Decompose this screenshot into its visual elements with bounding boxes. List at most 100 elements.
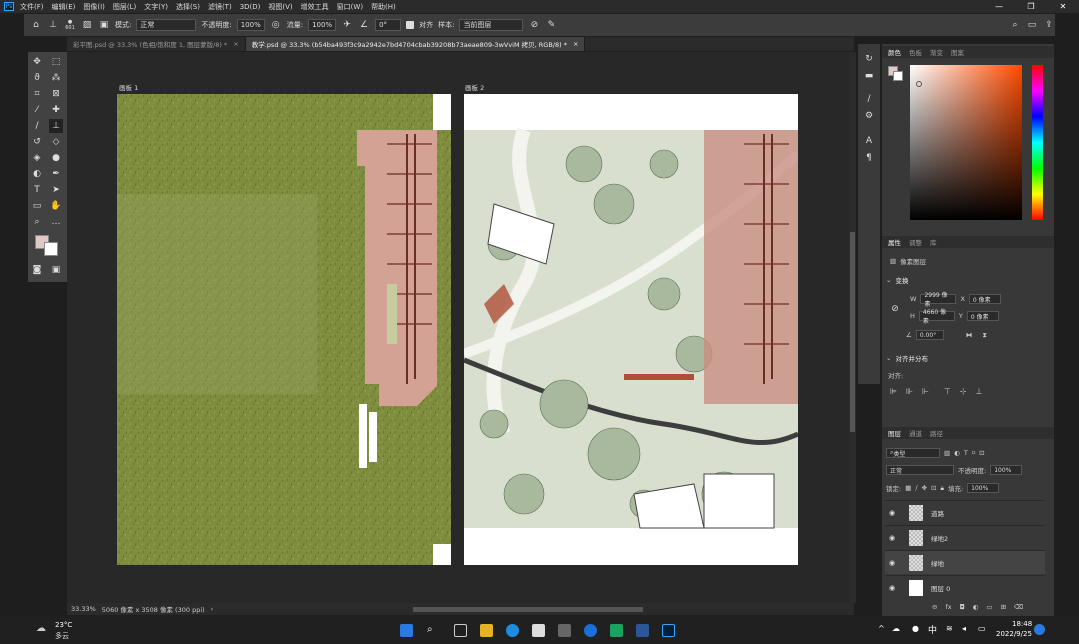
layer-filter-select[interactable]: ⌕ 类型 [886, 448, 940, 458]
filter-pixel-icon[interactable]: ▧ [944, 449, 950, 457]
color-picker-field[interactable] [910, 65, 1022, 220]
document-info[interactable]: 5060 像素 x 3508 像素 (300 ppi) [102, 604, 205, 614]
menu-filter[interactable]: 滤镜(T) [208, 2, 232, 12]
lock-paint-icon[interactable]: ∕ [915, 484, 917, 492]
lock-transparent-icon[interactable]: ▦ [905, 484, 911, 492]
task-view-icon[interactable] [454, 624, 467, 637]
lock-move-icon[interactable]: ✥ [922, 484, 927, 492]
zoom-tool-icon[interactable]: ⌕ [30, 215, 44, 229]
battery-icon[interactable]: ▭ [978, 624, 986, 633]
browser-icon[interactable] [584, 624, 597, 637]
eraser-icon[interactable]: ◇ [49, 135, 63, 149]
menu-help[interactable]: 帮助(H) [371, 2, 396, 12]
x-input[interactable]: 0 像素 [968, 294, 1001, 304]
visibility-eye-icon[interactable]: ◉ [885, 559, 899, 567]
brush-settings-icon[interactable]: ▨ [81, 19, 93, 31]
transform-section[interactable]: ⌄ 变换 [886, 275, 908, 285]
file-explorer-icon[interactable] [480, 624, 493, 637]
pressure-opacity-icon[interactable]: ◎ [270, 19, 282, 31]
visibility-eye-icon[interactable]: ◉ [885, 584, 899, 592]
blend-mode-select[interactable]: 正常 [886, 465, 954, 475]
tab-jiaoxue[interactable]: 教学.psd @ 33.3% (b54ba493f3c9a2942e7bd470… [245, 37, 586, 51]
add-mask-icon[interactable]: ◘ [960, 603, 965, 611]
photoshop-taskbar-icon[interactable] [662, 624, 675, 637]
minimize-icon[interactable]: — [983, 0, 1015, 13]
brush-preset-picker[interactable]: ● 601 [64, 19, 76, 31]
ime-indicator[interactable]: 中 [928, 623, 937, 636]
character-panel-icon[interactable]: A [862, 134, 876, 148]
menu-select[interactable]: 选择(S) [176, 2, 200, 12]
clone-stamp-icon[interactable]: ⊥ [49, 119, 63, 133]
artboard-2-label[interactable]: 画板 2 [465, 82, 484, 92]
tab-libraries[interactable]: 库 [930, 237, 937, 247]
pressure-size-icon[interactable]: ✎ [545, 19, 557, 31]
hand-tool-icon[interactable]: ✋ [49, 199, 63, 213]
menu-file[interactable]: 文件(F) [20, 2, 44, 12]
layer-row[interactable]: ◉ 道路 [885, 500, 1045, 524]
screen-mode-icon[interactable]: ▣ [49, 263, 63, 277]
rectangle-tool-icon[interactable]: ▭ [30, 199, 44, 213]
word-icon[interactable] [636, 624, 649, 637]
link-layers-icon[interactable]: ⊖ [932, 603, 937, 611]
paragraph-panel-icon[interactable]: ¶ [862, 151, 876, 165]
pen-tool-icon[interactable]: ✒ [49, 167, 63, 181]
tab-swatches[interactable]: 色板 [909, 47, 922, 57]
wifi-icon[interactable]: ≋ [946, 624, 953, 633]
brush-tool-icon[interactable]: ∕ [30, 119, 44, 133]
vertical-scroll-thumb[interactable] [850, 232, 855, 432]
microphone-icon[interactable]: ● [912, 624, 919, 633]
fx-icon[interactable]: fx [945, 603, 951, 611]
crop-tool-icon[interactable]: ⌗ [30, 87, 44, 101]
path-select-icon[interactable]: ➤ [49, 183, 63, 197]
layer-row[interactable]: ◉ 绿地 [885, 550, 1045, 574]
airbrush-icon[interactable]: ✈ [341, 19, 353, 31]
link-dimensions-icon[interactable]: ⊘ [888, 302, 902, 316]
menu-edit[interactable]: 编辑(E) [52, 2, 76, 12]
new-group-icon[interactable]: ▭ [986, 603, 992, 611]
cloud-icon[interactable]: ☁ [892, 624, 900, 633]
opacity-input[interactable]: 100% [236, 19, 265, 31]
align-hcenter-icon[interactable]: ⊪ [906, 387, 913, 396]
flip-vertical-icon[interactable]: ⧗ [982, 331, 987, 340]
color-picker-cursor[interactable] [916, 81, 922, 87]
color-bg-swatch[interactable] [893, 71, 903, 81]
tab-close-icon[interactable]: × [573, 40, 578, 48]
tab-layers[interactable]: 图层 [888, 428, 901, 438]
app-icon[interactable] [558, 624, 571, 637]
more-tools-icon[interactable]: … [49, 215, 63, 229]
menu-3d[interactable]: 3D(D) [240, 3, 261, 11]
brush-panel-icon[interactable]: ∕ [862, 92, 876, 106]
artboard-1[interactable] [117, 94, 451, 565]
search-icon[interactable]: ⌕ [427, 624, 440, 637]
layer-name[interactable]: 图层 0 [931, 583, 950, 593]
layer-row[interactable]: ◉ 绿地2 [885, 525, 1045, 549]
lock-all-icon[interactable]: 🔒︎ [940, 484, 943, 493]
height-input[interactable]: 4660 像素 [918, 309, 955, 325]
store-icon[interactable] [532, 624, 545, 637]
status-arrow-icon[interactable]: › [211, 605, 214, 613]
layer-opacity-input[interactable]: 100% [990, 465, 1023, 475]
document-canvas[interactable]: 画板 1 画板 2 [67, 52, 849, 603]
notification-icon[interactable] [1034, 624, 1045, 635]
tab-patterns[interactable]: 图案 [951, 47, 964, 57]
flip-horizontal-icon[interactable]: ⧓ [966, 331, 973, 339]
tab-caipingtu[interactable]: 彩平图.psd @ 33.3% (色相/饱和度 1, 图层蒙版/8) * × [67, 37, 246, 51]
align-top-icon[interactable]: ⊤ [944, 387, 951, 396]
hue-slider[interactable] [1032, 65, 1043, 220]
lasso-tool-icon[interactable]: ϑ [30, 71, 44, 85]
search-icon[interactable]: ⌕ [1009, 19, 1021, 31]
mode-select[interactable]: 正常 [136, 19, 197, 31]
tab-close-icon[interactable]: × [233, 40, 238, 48]
background-color-swatch[interactable] [44, 242, 58, 256]
align-vcenter-icon[interactable]: ⊹ [960, 387, 967, 396]
align-checkbox[interactable] [406, 21, 415, 29]
menu-window[interactable]: 窗口(W) [337, 2, 363, 12]
weather-icon[interactable]: ☁ [36, 623, 46, 634]
eyedropper-icon[interactable]: ⁄ [30, 103, 44, 117]
layer-name[interactable]: 道路 [931, 508, 944, 518]
fill-input[interactable]: 100% [967, 483, 1000, 493]
visibility-eye-icon[interactable]: ◉ [885, 509, 899, 517]
tab-color[interactable]: 颜色 [888, 47, 901, 57]
canvas-vertical-scrollbar[interactable] [849, 52, 856, 603]
adjustment-layer-icon[interactable]: ◐ [973, 603, 979, 611]
